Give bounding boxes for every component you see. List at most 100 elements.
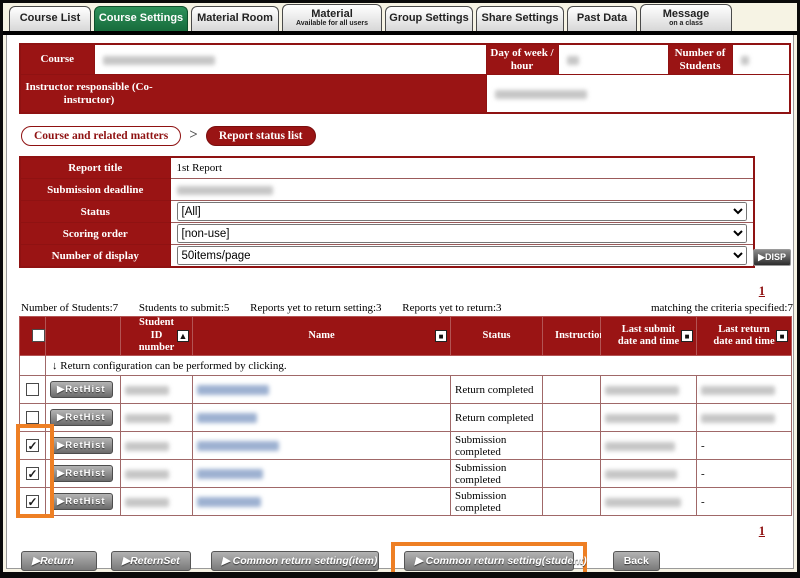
sort-toggle-icon[interactable]: ■ bbox=[681, 330, 693, 342]
status-header: Status bbox=[451, 317, 543, 356]
status-cell: Submission completed bbox=[451, 488, 543, 516]
summary-students-to-submit: Students to submit:5 bbox=[139, 302, 229, 314]
common-return-setting-item-button[interactable]: ▶ Common return setting(item) bbox=[211, 551, 379, 571]
status-cell: Submission completed bbox=[451, 460, 543, 488]
sort-toggle-icon[interactable]: ■ bbox=[435, 330, 447, 342]
course-info-table: Course Day of week / hour Number of Stud… bbox=[19, 43, 791, 114]
reternset-button[interactable]: ▶ReternSet bbox=[111, 551, 191, 571]
footer-buttons: ▶Return ▶ReternSet ▶ Common return setti… bbox=[21, 542, 781, 578]
page-number-bottom[interactable]: 1 bbox=[759, 524, 765, 538]
breadcrumb-current: Report status list bbox=[206, 126, 316, 146]
instruction-cell bbox=[543, 460, 601, 488]
common-return-student-highlight-box: ▶ Common return setting(student) bbox=[391, 542, 587, 578]
common-return-setting-student-button[interactable]: ▶ Common return setting(student) bbox=[404, 551, 574, 571]
instruction-cell bbox=[543, 488, 601, 516]
back-button[interactable]: Back bbox=[613, 551, 660, 571]
summary-line: Number of Students:7 Students to submit:… bbox=[21, 302, 793, 314]
name-header: Name■ bbox=[193, 317, 451, 356]
sort-toggle-icon[interactable]: ■ bbox=[776, 330, 788, 342]
status-cell: Submission completed bbox=[451, 432, 543, 460]
return-button[interactable]: ▶Return bbox=[21, 551, 97, 571]
student-name-link[interactable] bbox=[193, 404, 451, 432]
tab-material[interactable]: MaterialAvailable for all users bbox=[282, 4, 382, 31]
last-return-header: Last return date and time■ bbox=[697, 317, 792, 356]
tab-past-data[interactable]: Past Data bbox=[567, 6, 637, 31]
summary-students-total: Number of Students:7 bbox=[21, 302, 118, 314]
rethist-button[interactable]: ▶RetHist bbox=[50, 409, 113, 426]
last-return-cell: - bbox=[697, 432, 792, 460]
last-submit-cell bbox=[601, 376, 697, 404]
breadcrumb: Course and related matters > Report stat… bbox=[21, 126, 781, 146]
last-return-cell: - bbox=[697, 488, 792, 516]
select-all-checkbox[interactable] bbox=[32, 329, 45, 342]
status-label: Status bbox=[20, 201, 170, 223]
last-submit-header: Last submit date and time■ bbox=[601, 317, 697, 356]
last-submit-cell bbox=[601, 488, 697, 516]
select-all-header bbox=[20, 317, 46, 356]
page-number-top[interactable]: 1 bbox=[759, 284, 765, 298]
report-status-table: Student ID number▲ Name■ Status Instruct… bbox=[19, 316, 792, 516]
last-return-cell bbox=[697, 404, 792, 432]
instruction-header: Instruction bbox=[543, 317, 601, 356]
tab-course-settings[interactable]: Course Settings bbox=[94, 6, 188, 31]
student-id-cell bbox=[121, 460, 193, 488]
scoring-order-label: Scoring order bbox=[20, 223, 170, 245]
instructor-label: Instructor responsible (Co-instructor) bbox=[20, 75, 486, 113]
application-window: Course List Course Settings Material Roo… bbox=[0, 0, 800, 578]
breadcrumb-parent[interactable]: Course and related matters bbox=[21, 126, 181, 146]
breadcrumb-separator-icon: > bbox=[189, 127, 198, 144]
instruction-cell bbox=[543, 404, 601, 432]
status-cell: Return completed bbox=[451, 376, 543, 404]
rethist-button[interactable]: ▶RetHist bbox=[50, 437, 113, 454]
table-row: ▶RetHist Return completed bbox=[20, 376, 792, 404]
tab-bar: Course List Course Settings Material Roo… bbox=[3, 3, 797, 31]
student-id-header: Student ID number▲ bbox=[121, 317, 193, 356]
disp-button[interactable]: ▶DISP bbox=[753, 249, 791, 266]
student-id-cell bbox=[121, 432, 193, 460]
student-name-link[interactable] bbox=[193, 432, 451, 460]
tab-course-list[interactable]: Course List bbox=[9, 6, 91, 31]
number-of-display-select[interactable]: 50items/page bbox=[177, 246, 748, 265]
table-note: ↓ Return configuration can be performed … bbox=[46, 356, 792, 376]
note-row: ↓ Return configuration can be performed … bbox=[20, 356, 792, 376]
day-of-week-value bbox=[558, 44, 668, 75]
tab-group-settings[interactable]: Group Settings bbox=[385, 6, 473, 31]
number-of-students-value bbox=[732, 44, 790, 75]
rethist-button[interactable]: ▶RetHist bbox=[50, 493, 113, 510]
report-title-value: 1st Report bbox=[170, 157, 754, 179]
summary-yet-return-setting: Reports yet to return setting:3 bbox=[250, 302, 381, 314]
tab-material-room[interactable]: Material Room bbox=[191, 6, 279, 31]
scoring-order-select[interactable]: [non-use] bbox=[177, 224, 748, 243]
course-value bbox=[94, 44, 486, 75]
summary-matching: matching the criteria specified:7 bbox=[651, 302, 793, 314]
rethist-button[interactable]: ▶RetHist bbox=[50, 465, 113, 482]
last-return-cell bbox=[697, 376, 792, 404]
course-label: Course bbox=[20, 44, 94, 75]
table-row: ▶RetHist Return completed bbox=[20, 404, 792, 432]
row-checkbox[interactable]: ✓ bbox=[26, 439, 39, 452]
day-of-week-label: Day of week / hour bbox=[486, 44, 558, 75]
rethist-column-header bbox=[46, 317, 121, 356]
student-name-link[interactable] bbox=[193, 376, 451, 404]
last-submit-cell bbox=[601, 460, 697, 488]
submission-deadline-value bbox=[170, 179, 754, 201]
rethist-button[interactable]: ▶RetHist bbox=[50, 381, 113, 398]
student-name-link[interactable] bbox=[193, 488, 451, 516]
instruction-cell bbox=[543, 376, 601, 404]
student-id-cell bbox=[121, 376, 193, 404]
student-id-cell bbox=[121, 488, 193, 516]
content-panel: Course Day of week / hour Number of Stud… bbox=[6, 35, 794, 569]
tab-share-settings[interactable]: Share Settings bbox=[476, 6, 564, 31]
sort-asc-icon[interactable]: ▲ bbox=[177, 330, 189, 342]
last-return-cell: - bbox=[697, 460, 792, 488]
status-select[interactable]: [All] bbox=[177, 202, 748, 221]
instructor-value bbox=[486, 75, 790, 113]
report-table-wrap: Student ID number▲ Name■ Status Instruct… bbox=[19, 316, 791, 516]
row-checkbox[interactable] bbox=[26, 383, 39, 396]
row-checkbox[interactable] bbox=[26, 411, 39, 424]
student-id-cell bbox=[121, 404, 193, 432]
row-checkbox[interactable]: ✓ bbox=[26, 467, 39, 480]
row-checkbox[interactable]: ✓ bbox=[26, 495, 39, 508]
student-name-link[interactable] bbox=[193, 460, 451, 488]
tab-message[interactable]: Messageon a class bbox=[640, 4, 732, 31]
